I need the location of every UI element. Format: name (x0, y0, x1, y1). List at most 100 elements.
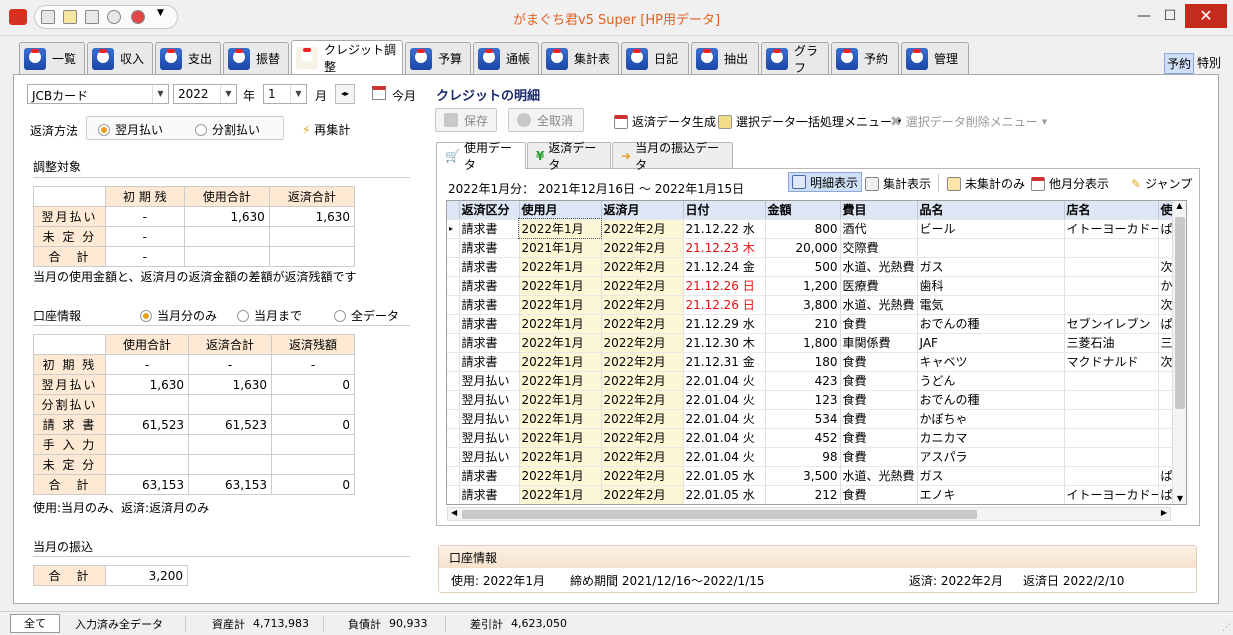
grid-cell[interactable]: 交際費 (840, 238, 918, 258)
scroll-thumb-h[interactable] (462, 510, 977, 519)
tab-3[interactable]: 振替 (223, 42, 289, 74)
grid-column-header[interactable]: 使用月 (519, 201, 602, 220)
other-month-button[interactable]: 他月分表示 (1031, 175, 1109, 192)
grid-cell[interactable]: 3,800 (765, 295, 841, 315)
tab-10[interactable]: グラフ (761, 42, 829, 75)
grid-cell[interactable] (1064, 428, 1159, 448)
grid-cell[interactable]: 212 (765, 485, 841, 504)
grid-column-header[interactable]: 返済月 (601, 201, 684, 220)
grid-cell[interactable]: 2022年1月 (519, 276, 602, 296)
grid-cell[interactable]: 食費 (840, 485, 918, 504)
grid-cell[interactable]: 423 (765, 371, 841, 391)
grid-column-header[interactable]: 金額 (765, 201, 841, 220)
unsummed-only-button[interactable]: 未集計のみ (947, 175, 1025, 192)
tab-transfer-data[interactable]: ➜ 当月の振込データ (612, 141, 733, 172)
grid-cell[interactable]: 請求書 (459, 257, 520, 277)
grid-cell[interactable]: マクドナルド (1064, 352, 1159, 372)
grid-cell[interactable]: 2022年2月 (601, 295, 684, 315)
scroll-thumb[interactable] (1175, 217, 1185, 409)
grid-cell[interactable]: 翌月払い (459, 409, 520, 429)
grid-cell[interactable]: 22.01.05 水 (683, 466, 766, 486)
grid-cell[interactable]: 2022年1月 (519, 371, 602, 391)
recalc-button[interactable]: ⚡ 再集計 (302, 121, 350, 138)
generate-repayment-button[interactable]: 返済データ生成 (614, 113, 716, 130)
grid-cell[interactable]: 2022年1月 (519, 485, 602, 504)
acc-current-month-radio[interactable]: 当月分のみ (140, 307, 217, 324)
grid-cell[interactable]: 三菱石油 (1064, 333, 1159, 353)
grid-cell[interactable]: 請求書 (459, 466, 520, 486)
tab-6[interactable]: 通帳 (473, 42, 539, 74)
grid-cell[interactable]: 請求書 (459, 352, 520, 372)
grid-cell[interactable]: 500 (765, 257, 841, 277)
grid-cell[interactable]: 2022年1月 (519, 447, 602, 467)
tab-7[interactable]: 集計表 (541, 42, 619, 74)
table-row[interactable]: 請求書 2022年1月 2022年2月 22.01.05 水 3,500 水道、光熱費 ガス… (447, 466, 1186, 486)
detail-view-button[interactable]: 明細表示 (788, 172, 863, 192)
grid-cell[interactable]: 翌月払い (459, 428, 520, 448)
close-button[interactable]: ✕ (1185, 4, 1227, 28)
table-row[interactable]: 翌月払い 2022年1月 2022年2月 22.01.04 火 423 食費 うどん (447, 371, 1186, 391)
grid-cell[interactable]: 2022年1月 (519, 428, 602, 448)
grid-cell[interactable]: キャベツ (917, 352, 1065, 372)
grid-cell[interactable]: 2022年1月 (519, 390, 602, 410)
grid-cell[interactable] (1064, 466, 1159, 486)
cancel-all-button[interactable]: 全取消 (508, 108, 584, 132)
grid-cell[interactable]: 2022年2月 (601, 257, 684, 277)
grid-cell[interactable]: 2022年2月 (601, 276, 684, 296)
grid-cell[interactable] (1064, 257, 1159, 277)
table-row[interactable]: 翌月払い 2022年1月 2022年2月 22.01.04 火 123 食費 おでんの種 (447, 390, 1186, 410)
grid-cell[interactable]: 請求書 (459, 314, 520, 334)
grid-column-header[interactable]: 店名 (1064, 201, 1159, 220)
tab-2[interactable]: 支出 (155, 42, 221, 74)
grid-cell[interactable]: 1,200 (765, 276, 841, 296)
grid-cell[interactable]: 2022年2月 (601, 466, 684, 486)
month-stepper[interactable]: ◂▸ (335, 84, 355, 104)
acc-all-data-radio[interactable]: 全データ (334, 307, 399, 324)
grid-cell[interactable]: 22.01.04 火 (683, 447, 766, 467)
grid-column-header[interactable]: 品名 (917, 201, 1065, 220)
table-row[interactable]: 請求書 2022年1月 2022年2月 22.01.05 水 212 食費 エノキ イトーヨー… (447, 485, 1186, 504)
grid-cell[interactable]: 2022年1月 (519, 314, 602, 334)
grid-cell[interactable]: 22.01.04 火 (683, 390, 766, 410)
grid-cell[interactable]: 2022年1月 (519, 409, 602, 429)
grid-cell[interactable]: 452 (765, 428, 841, 448)
grid-cell[interactable] (1064, 409, 1159, 429)
grid-cell[interactable]: 21.12.30 木 (683, 333, 766, 353)
grid-cell[interactable]: 22.01.04 火 (683, 428, 766, 448)
grid-cell[interactable]: うどん (917, 371, 1065, 391)
grid-cell[interactable]: 2022年2月 (601, 371, 684, 391)
grid-cell[interactable]: 請求書 (459, 238, 520, 258)
grid-column-header[interactable]: 費目 (840, 201, 918, 220)
grid-cell[interactable]: 1,800 (765, 333, 841, 353)
grid-cell[interactable]: イトーヨーカドー (1064, 485, 1159, 504)
grid-cell[interactable]: 2022年1月 (518, 218, 602, 239)
grid-cell[interactable]: おでんの種 (917, 390, 1065, 410)
grid-cell[interactable]: 2021年1月 (519, 238, 602, 258)
grid-cell[interactable]: 2022年2月 (601, 314, 684, 334)
grid-cell[interactable]: 800 (765, 219, 841, 239)
grid-cell[interactable]: 翌月払い (459, 371, 520, 391)
grid-cell[interactable]: 請求書 (459, 219, 520, 239)
grid-cell[interactable]: 21.12.31 金 (683, 352, 766, 372)
grid-cell[interactable]: 請求書 (459, 485, 520, 504)
grid-cell[interactable] (1064, 295, 1159, 315)
grid-column-header[interactable]: 返済区分 (459, 201, 520, 220)
grid-cell[interactable]: 食費 (840, 352, 918, 372)
grid-cell[interactable]: 食費 (840, 390, 918, 410)
grid-cell[interactable]: イトーヨーカドー (1064, 219, 1159, 239)
table-row[interactable]: 翌月払い 2022年1月 2022年2月 22.01.04 火 534 食費 かぼちゃ (447, 409, 1186, 429)
table-row[interactable]: ▸ 請求書 2022年1月 2022年2月 21.12.22 水 800 酒代 ビール イトーヨ… (447, 218, 1186, 239)
grid-cell[interactable]: 21.12.26 日 (683, 295, 766, 315)
year-select[interactable]: 2022 ▼ (173, 84, 237, 104)
grid-cell[interactable] (1064, 371, 1159, 391)
table-row[interactable]: 請求書 2022年1月 2022年2月 21.12.30 木 1,800 車関係費 JAF 三… (447, 333, 1186, 353)
this-month-button[interactable]: 今月 (392, 87, 416, 104)
grid-cell[interactable]: 翌月払い (459, 390, 520, 410)
grid-cell[interactable] (1064, 276, 1159, 296)
filter-all-button[interactable]: 全て (10, 614, 60, 633)
grid-cell[interactable]: 3,500 (765, 466, 841, 486)
acc-until-month-radio[interactable]: 当月まで (237, 307, 302, 324)
grid-cell[interactable] (1064, 390, 1159, 410)
bulk-menu-button[interactable]: 選択データ一括処理メニュー ▼ (718, 113, 901, 130)
table-row[interactable]: 請求書 2022年1月 2022年2月 21.12.26 日 1,200 医療費 歯科か (447, 276, 1186, 296)
